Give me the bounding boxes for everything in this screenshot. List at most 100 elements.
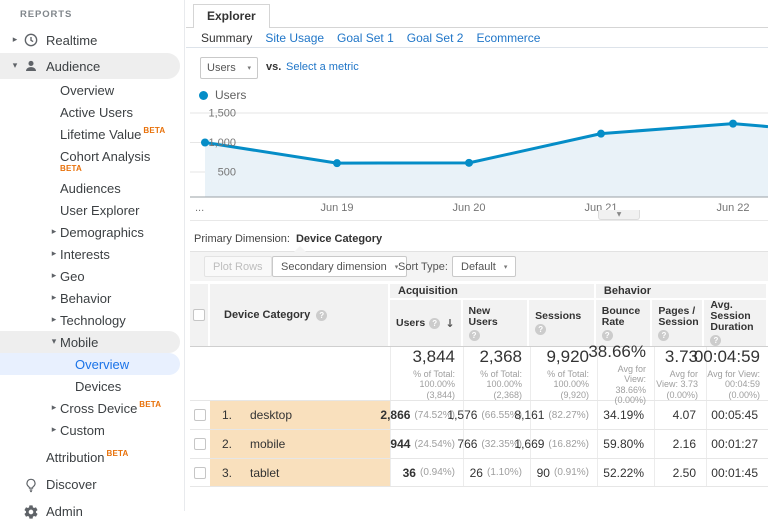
axis-granularity-dropdown[interactable]: ▼ — [598, 210, 640, 220]
chevron-collapsed-icon[interactable]: ▸ — [48, 403, 60, 413]
help-icon[interactable]: ? — [429, 317, 441, 329]
sidebar-item-geo[interactable]: ▸ Geo — [0, 265, 184, 287]
totals-sessions: 9,920% of Total: 100.00% (9,920) — [530, 347, 597, 400]
sidebar-item-lifetime-value[interactable]: Lifetime Value BETA — [0, 123, 184, 145]
sidebar-item-label: Audiences — [60, 180, 121, 196]
users-cell: 36 (0.94%) — [390, 459, 463, 486]
tab-site-usage[interactable]: Site Usage — [265, 31, 324, 45]
sidebar-item-cross-device[interactable]: ▸ Cross Device BETA — [0, 397, 184, 419]
help-icon[interactable]: ? — [658, 329, 670, 341]
metric-value: 52.22% — [603, 465, 644, 480]
sidebar-item-overview[interactable]: Overview — [0, 353, 180, 375]
tab-goal-set-2[interactable]: Goal Set 2 — [407, 31, 464, 45]
tab-explorer[interactable]: Explorer — [193, 4, 270, 28]
tab-goal-set-1[interactable]: Goal Set 1 — [337, 31, 394, 45]
column-header-label: Sessions — [535, 310, 582, 322]
sidebar-item-behavior[interactable]: ▸ Behavior — [0, 287, 184, 309]
sidebar-item-interests[interactable]: ▸ Interests — [0, 243, 184, 265]
sidebar: REPORTS ▸ Realtime ▾ Audience Overview Active… — [0, 0, 185, 519]
chevron-expanded-icon[interactable]: ▾ — [48, 337, 60, 347]
column-header-users[interactable]: Users? ↓ — [390, 300, 463, 346]
x-tick-label: Jun 20 — [452, 202, 485, 214]
chevron-collapsed-icon[interactable]: ▸ — [48, 425, 60, 435]
help-icon[interactable]: ? — [316, 309, 328, 321]
sidebar-item-label: Discover — [46, 477, 97, 492]
chevron-down-icon: ▾ — [247, 64, 251, 72]
chart-legend: Users — [199, 88, 246, 102]
chevron-collapsed-icon[interactable]: ▸ — [48, 271, 60, 281]
sidebar-item-attribution[interactable]: Attribution BETA — [0, 444, 184, 471]
tab-ecommerce[interactable]: Ecommerce — [476, 31, 540, 45]
help-icon[interactable]: ? — [468, 329, 480, 341]
beta-badge: BETA — [106, 449, 129, 458]
data-point[interactable] — [729, 119, 737, 128]
sidebar-item-custom[interactable]: ▸ Custom — [0, 419, 184, 441]
sidebar-item-realtime[interactable]: ▸ Realtime — [0, 27, 184, 53]
tab-summary[interactable]: Summary — [201, 31, 252, 45]
chevron-expanded-icon[interactable]: ▾ — [8, 61, 22, 71]
sidebar-item-demographics[interactable]: ▸ Demographics — [0, 221, 184, 243]
lightbulb-icon — [22, 476, 40, 494]
metric-value: 90 — [536, 465, 550, 480]
totals-users: 3,844% of Total: 100.00% (3,844) — [390, 347, 463, 400]
sidebar-item-label: Demographics — [60, 224, 144, 240]
totals-note: % of Total: 100.00% (2,368) — [480, 368, 522, 400]
plot-rows-button[interactable]: Plot Rows — [204, 256, 272, 277]
data-point[interactable] — [333, 159, 341, 168]
sidebar-item-mobile[interactable]: ▾ Mobile — [0, 331, 180, 353]
column-header-bounce-rate[interactable]: Bounce Rate? — [595, 300, 653, 346]
sort-type-dropdown[interactable]: Default ▾ — [452, 256, 517, 277]
metric-selector-dropdown[interactable]: Users ▾ — [200, 57, 258, 79]
sidebar-item-label: User Explorer — [60, 202, 140, 218]
sidebar-item-devices[interactable]: Devices — [0, 375, 184, 397]
row-checkbox[interactable] — [194, 438, 206, 450]
data-table: Device Category? Acquisition Behavior Users… — [190, 284, 768, 487]
sidebar-item-user-explorer[interactable]: User Explorer — [0, 199, 184, 221]
pages-session-cell: 2.16 — [654, 430, 706, 458]
primary-dimension-value[interactable]: Device Category — [296, 233, 382, 245]
sidebar-item-discover[interactable]: Discover — [0, 471, 184, 498]
select-metric-link[interactable]: Select a metric — [286, 61, 359, 73]
secondary-dimension-dropdown[interactable]: Secondary dimension ▾ — [272, 256, 408, 277]
chart-divider — [190, 220, 768, 221]
sidebar-item-admin[interactable]: Admin — [0, 498, 184, 525]
column-header-device-category[interactable]: Device Category? — [210, 284, 390, 346]
new-users-cell: 26 (1.10%) — [463, 459, 530, 486]
sort-desc-icon[interactable]: ↓ — [445, 318, 454, 329]
row-checkbox[interactable] — [194, 466, 206, 479]
column-header-pages-session[interactable]: Pages / Session? — [652, 300, 705, 346]
select-all-checkbox-cell — [190, 284, 210, 346]
beta-badge: BETA — [139, 399, 162, 409]
users-line-chart: 500 1,000 1,500... Jun 19 Jun 20 Jun 21 Jun 22 — [190, 103, 768, 221]
data-point[interactable] — [465, 158, 473, 167]
data-point[interactable] — [597, 129, 605, 138]
sidebar-item-active-users[interactable]: Active Users — [0, 101, 184, 123]
sidebar-item-label: Realtime — [46, 32, 98, 48]
help-icon[interactable]: ? — [601, 329, 613, 341]
sidebar-item-audience[interactable]: ▾ Audience — [0, 53, 180, 79]
help-icon[interactable]: ? — [535, 324, 547, 335]
x-tick-label: Jun 22 — [716, 202, 749, 214]
metric-percent: (0.91%) — [553, 467, 589, 478]
sidebar-item-overview[interactable]: Overview — [0, 79, 184, 101]
column-header-label: Device Category — [224, 309, 311, 321]
help-icon[interactable]: ? — [710, 335, 722, 346]
chevron-collapsed-icon[interactable]: ▸ — [48, 249, 60, 259]
chevron-collapsed-icon[interactable]: ▸ — [48, 227, 60, 237]
chevron-collapsed-icon[interactable]: ▸ — [48, 293, 60, 303]
sidebar-item-technology[interactable]: ▸ Technology — [0, 309, 184, 331]
sidebar-item-audiences[interactable]: Audiences — [0, 177, 184, 199]
totals-note: % of Total: 100.00% (3,844) — [413, 368, 455, 400]
totals-note: % of Total: 100.00% (9,920) — [547, 368, 589, 400]
vs-label: vs. — [266, 61, 282, 73]
chevron-collapsed-icon[interactable]: ▸ — [8, 35, 22, 45]
sidebar-item-cohort-analysis[interactable]: Cohort Analysis BETA — [0, 145, 184, 177]
column-header-avg-session-duration[interactable]: Avg. Session Duration? — [704, 300, 767, 346]
column-header-label: Pages / Session — [658, 304, 699, 328]
row-checkbox[interactable] — [194, 409, 206, 421]
select-all-checkbox[interactable] — [193, 309, 205, 321]
column-header-new-users[interactable]: New Users? — [462, 300, 530, 346]
column-header-sessions[interactable]: Sessions? — [529, 300, 596, 346]
chevron-collapsed-icon[interactable]: ▸ — [48, 315, 60, 325]
row-checkbox-cell — [190, 401, 210, 429]
